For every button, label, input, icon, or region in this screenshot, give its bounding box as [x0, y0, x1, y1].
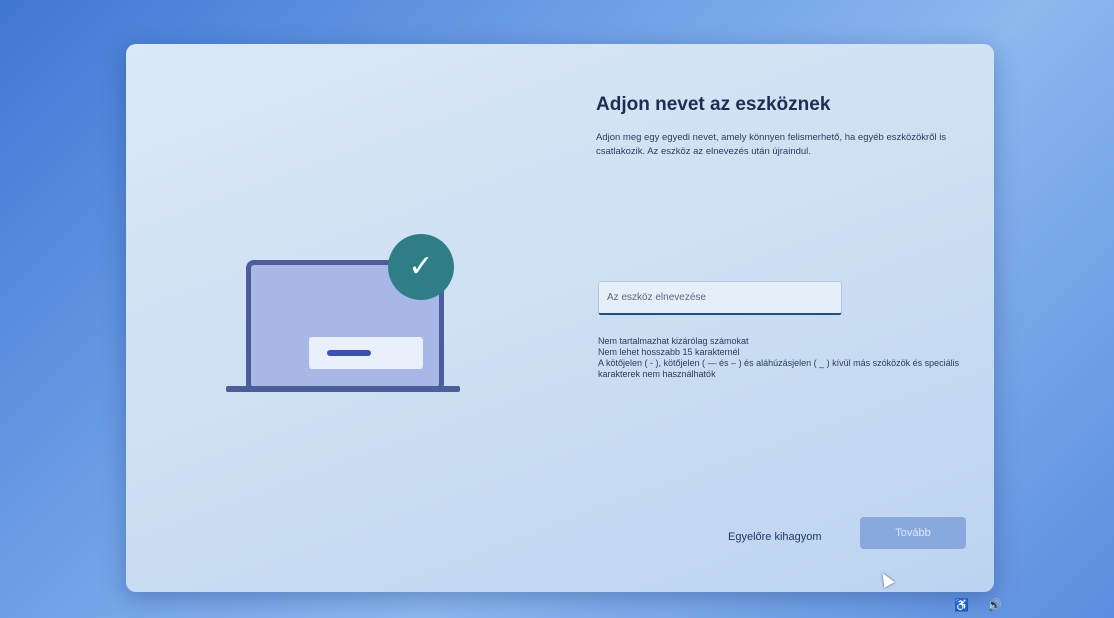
system-tray: ♿ 🔊	[954, 598, 1002, 612]
accessibility-icon[interactable]: ♿	[954, 598, 969, 612]
volume-icon[interactable]: 🔊	[987, 598, 1002, 612]
rule-item: Nem tartalmazhat kizárólag számokat	[598, 336, 749, 346]
device-name-input[interactable]	[598, 281, 842, 315]
rule-item: Nem lehet hosszabb 15 karakternél	[598, 347, 740, 357]
skip-button[interactable]: Egyelőre kihagyom	[728, 524, 822, 550]
name-card-bar	[327, 350, 371, 356]
naming-rules: Nem tartalmazhat kizárólag számokat Nem …	[598, 336, 978, 380]
checkmark-icon: ✓	[388, 234, 454, 300]
page-title: Adjon nevet az eszköznek	[596, 94, 831, 115]
setup-dialog: ✓ Adjon nevet az eszköznek Adjon meg egy…	[126, 44, 994, 592]
rule-item: A kötőjelen ( - ), kötőjelen ( — és – ) …	[598, 358, 960, 379]
next-button[interactable]: Tovább	[860, 517, 966, 549]
page-description: Adjon meg egy egyedi nevet, amely könnye…	[596, 132, 947, 157]
device-illustration: ✓	[226, 234, 466, 404]
laptop-base	[226, 386, 460, 392]
name-card-graphic	[309, 337, 423, 369]
